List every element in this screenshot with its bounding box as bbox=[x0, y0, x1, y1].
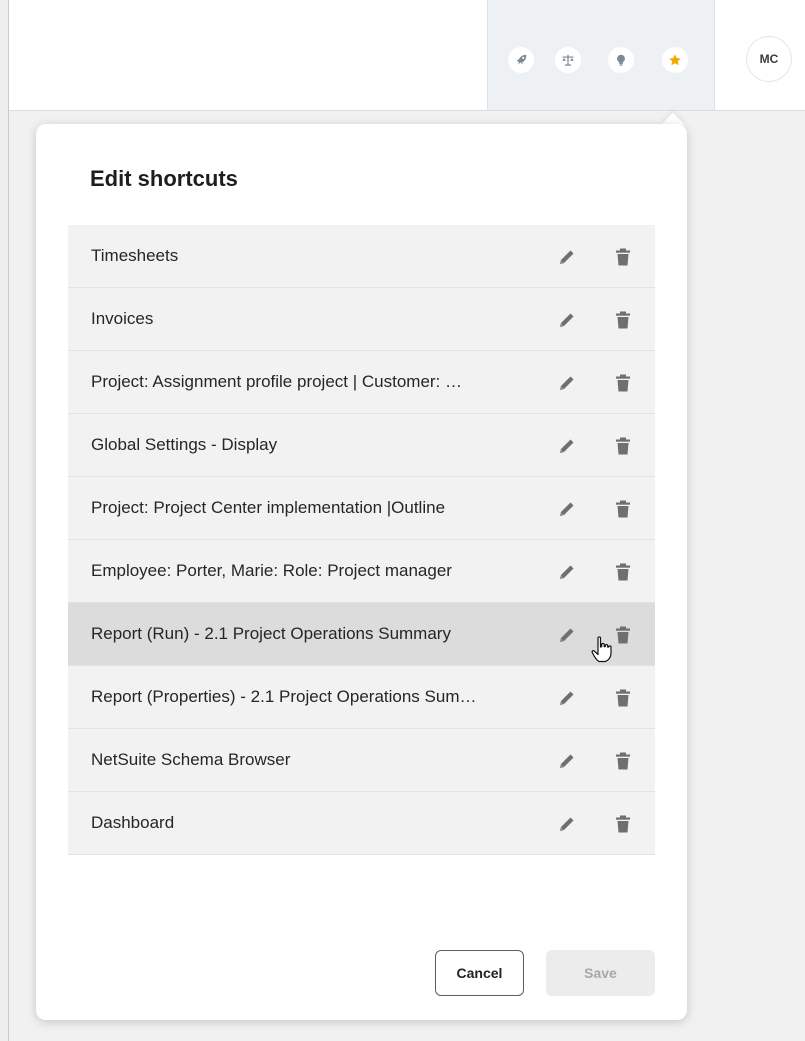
shortcut-label: NetSuite Schema Browser bbox=[91, 750, 291, 769]
shortcut-list: Timesheets Invoices Project: Assignment pr… bbox=[68, 225, 655, 855]
scale-icon[interactable] bbox=[555, 47, 581, 73]
shortcut-label: Project: Assignment profile project | Cu… bbox=[91, 372, 463, 391]
trash-icon[interactable] bbox=[611, 623, 635, 647]
shortcut-row[interactable]: Report (Properties) - 2.1 Project Operat… bbox=[68, 666, 655, 729]
pencil-icon[interactable] bbox=[555, 245, 579, 269]
shortcut-row[interactable]: Report (Run) - 2.1 Project Operations Su… bbox=[68, 603, 655, 666]
save-button[interactable]: Save bbox=[546, 950, 655, 996]
pencil-icon[interactable] bbox=[555, 434, 579, 458]
trash-icon[interactable] bbox=[611, 371, 635, 395]
top-bar: MC bbox=[9, 0, 805, 111]
edit-shortcuts-popup: Edit shortcuts Timesheets Invoices Project… bbox=[36, 124, 687, 1020]
shortcut-label: Report (Run) - 2.1 Project Operations Su… bbox=[91, 624, 451, 643]
pencil-icon[interactable] bbox=[555, 812, 579, 836]
shortcut-row[interactable]: Project: Project Center implementation |… bbox=[68, 477, 655, 540]
avatar[interactable]: MC bbox=[747, 37, 791, 81]
rocket-icon[interactable] bbox=[508, 47, 534, 73]
pencil-icon[interactable] bbox=[555, 623, 579, 647]
shortcut-label: Project: Project Center implementation |… bbox=[91, 498, 446, 517]
shortcut-label: Invoices bbox=[91, 309, 154, 328]
shortcut-label: Timesheets bbox=[91, 246, 179, 265]
shortcut-label: Global Settings - Display bbox=[91, 435, 278, 454]
popup-title: Edit shortcuts bbox=[90, 166, 238, 191]
cancel-button[interactable]: Cancel bbox=[435, 950, 524, 996]
shortcut-row[interactable]: Project: Assignment profile project | Cu… bbox=[68, 351, 655, 414]
pencil-icon[interactable] bbox=[555, 560, 579, 584]
pencil-icon[interactable] bbox=[555, 308, 579, 332]
trash-icon[interactable] bbox=[611, 497, 635, 521]
pencil-icon[interactable] bbox=[555, 686, 579, 710]
shortcut-row[interactable]: Invoices bbox=[68, 288, 655, 351]
shortcut-row[interactable]: Global Settings - Display bbox=[68, 414, 655, 477]
trash-icon[interactable] bbox=[611, 812, 635, 836]
pencil-icon[interactable] bbox=[555, 749, 579, 773]
pencil-icon[interactable] bbox=[555, 371, 579, 395]
shortcut-row[interactable]: Dashboard bbox=[68, 792, 655, 855]
shortcut-row[interactable]: NetSuite Schema Browser bbox=[68, 729, 655, 792]
shortcut-label: Employee: Porter, Marie: Role: Project m… bbox=[91, 561, 452, 580]
star-icon[interactable] bbox=[662, 47, 688, 73]
trash-icon[interactable] bbox=[611, 245, 635, 269]
trash-icon[interactable] bbox=[611, 434, 635, 458]
trash-icon[interactable] bbox=[611, 749, 635, 773]
header-icon-tray bbox=[487, 0, 715, 110]
pencil-icon[interactable] bbox=[555, 497, 579, 521]
trash-icon[interactable] bbox=[611, 308, 635, 332]
lightbulb-icon[interactable] bbox=[608, 47, 634, 73]
trash-icon[interactable] bbox=[611, 686, 635, 710]
trash-icon[interactable] bbox=[611, 560, 635, 584]
shortcut-label: Report (Properties) - 2.1 Project Operat… bbox=[91, 687, 477, 706]
shortcut-row[interactable]: Timesheets bbox=[68, 225, 655, 288]
shortcut-row[interactable]: Employee: Porter, Marie: Role: Project m… bbox=[68, 540, 655, 603]
shortcut-label: Dashboard bbox=[91, 813, 175, 832]
